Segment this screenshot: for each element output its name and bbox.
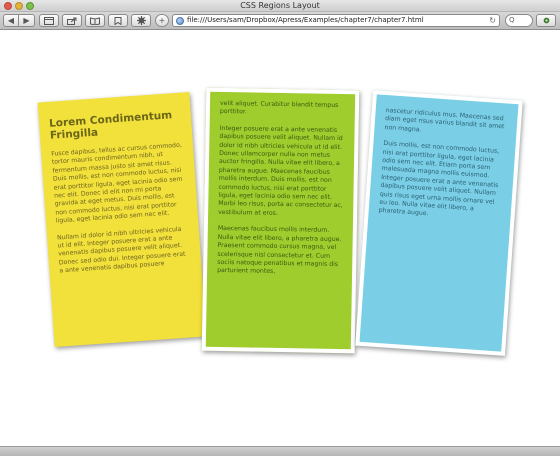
add-bookmark-toolbar-button[interactable] — [108, 14, 128, 27]
browser-toolbar: ◀ ▶ + file:///Users/sam/Dropbox/Apress/E… — [0, 12, 560, 30]
window-icon — [44, 16, 54, 25]
url-text[interactable]: file:///Users/sam/Dropbox/Apress/Example… — [187, 15, 424, 26]
region-paragraph: Integer posuere erat a ante venenatis da… — [218, 124, 343, 217]
bookmark-icon — [114, 16, 122, 25]
new-tab-button[interactable]: + — [155, 14, 169, 27]
region-paragraph: nascetur ridiculus mus. Maecenas sed dia… — [384, 107, 505, 134]
share-toolbar-button[interactable] — [62, 14, 82, 27]
window-toolbar-button[interactable] — [39, 14, 59, 27]
region-paragraph: Maecenas faucibus mollis interdum. Nulla… — [217, 225, 342, 276]
region-paragraph: Nullam id dolor id nibh ultricies vehicu… — [56, 225, 186, 275]
share-icon — [67, 17, 77, 25]
globe-icon — [176, 17, 184, 25]
window-title: CSS Regions Layout — [240, 1, 320, 10]
region-paragraph: velit aliquet. Curabitur blandit tempus … — [219, 99, 339, 116]
reload-icon[interactable]: ↻ — [489, 15, 496, 26]
back-arrow-icon: ◀ — [7, 15, 15, 25]
article-heading: Lorem Condimentum Fringilla — [48, 109, 173, 142]
address-bar[interactable]: file:///Users/sam/Dropbox/Apress/Example… — [172, 14, 500, 27]
search-icon: Q — [509, 16, 515, 24]
gear-toolbar-button[interactable] — [131, 14, 151, 27]
region-green-panel: velit aliquet. Curabitur blandit tempus … — [201, 87, 360, 354]
region-paragraph: Fusce dapibus, tellus ac cursus commodo,… — [51, 141, 183, 225]
settings-icon — [543, 17, 549, 24]
browser-window: CSS Regions Layout ◀ ▶ + file:///Users/s… — [0, 0, 560, 456]
forward-button[interactable]: ▶ — [19, 14, 35, 27]
back-button[interactable]: ◀ — [3, 14, 19, 27]
region-blue-panel: nascetur ridiculus mus. Maecenas sed dia… — [355, 90, 523, 356]
region-paragraph: Duis mollis, est non commodo luctus, nis… — [378, 140, 500, 218]
status-bar — [0, 446, 560, 456]
region-yellow-panel: Lorem Condimentum Fringilla Fusce dapibu… — [37, 91, 207, 348]
gear-icon — [136, 16, 146, 25]
search-field[interactable]: Q — [505, 14, 533, 27]
plus-icon: + — [158, 15, 166, 25]
settings-toolbar-button[interactable] — [536, 14, 556, 27]
forward-arrow-icon: ▶ — [23, 15, 30, 25]
bookmarks-toolbar-button[interactable] — [85, 14, 105, 27]
title-bar: CSS Regions Layout — [0, 0, 560, 12]
book-icon — [90, 16, 100, 25]
